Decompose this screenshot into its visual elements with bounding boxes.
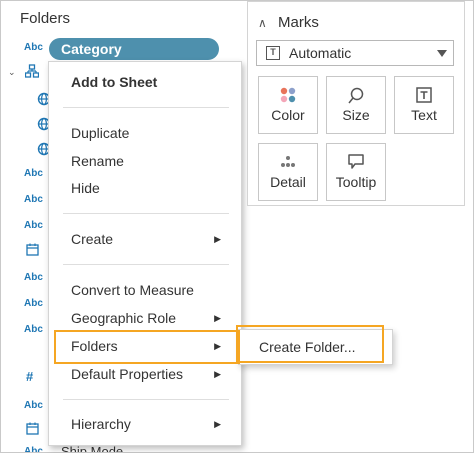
detail-dots-icon [259,152,317,172]
marks-card: ∧ Marks T Automatic Color Size Text Deta… [247,1,465,206]
marks-title: Marks [278,14,319,31]
menu-folders[interactable]: Folders ▶ [49,333,241,359]
string-type-icon: Abc [24,272,43,283]
string-type-icon: Abc [24,42,43,53]
detail-button[interactable]: Detail [258,143,318,201]
calendar-icon [26,422,39,435]
menu-item-label: Geographic Role [71,310,177,326]
menu-item-label: Folders [71,338,118,354]
menu-duplicate[interactable]: Duplicate [49,120,241,146]
submenu-arrow-icon: ▶ [214,369,221,379]
field-context-menu: Add to Sheet Duplicate Rename Hide Creat… [48,61,242,446]
collapse-chevron-icon[interactable]: ∧ [258,16,267,30]
menu-hierarchy[interactable]: Hierarchy ▶ [49,411,241,437]
string-type-icon: Abc [24,446,43,452]
menu-separator [63,213,229,214]
menu-item-label: Create Folder... [259,339,356,355]
submenu-arrow-icon: ▶ [214,234,221,244]
text-button[interactable]: Text [394,76,454,134]
menu-separator [63,107,229,108]
dropdown-caret-icon [437,50,447,57]
menu-item-label: Add to Sheet [71,74,158,90]
collapse-chevron-icon[interactable]: ⌄ [8,67,16,78]
color-dots-icon [259,85,317,105]
tooltip-bubble-icon [327,152,385,172]
submenu-arrow-icon: ▶ [214,313,221,323]
color-label: Color [271,107,305,123]
menu-default-properties[interactable]: Default Properties ▶ [49,361,241,387]
submenu-arrow-icon: ▶ [214,419,221,429]
tooltip-label: Tooltip [335,174,377,190]
string-type-icon: Abc [24,220,43,231]
menu-item-label: Create [71,231,114,247]
text-label: Text [411,107,437,123]
hierarchy-icon [25,64,39,78]
menu-separator [63,399,229,400]
menu-item-label: Rename [71,153,124,169]
menu-item-label: Default Properties [71,366,184,382]
menu-geographic-role[interactable]: Geographic Role ▶ [49,305,241,331]
color-button[interactable]: Color [258,76,318,134]
menu-item-label: Hide [71,180,100,196]
string-type-icon: Abc [24,168,43,179]
pane-title: Folders [20,10,71,27]
menu-item-label: Convert to Measure [71,282,194,298]
mark-type-value: Automatic [289,45,352,61]
menu-create-folder[interactable]: Create Folder... [239,334,392,360]
menu-item-label: Hierarchy [71,416,131,432]
number-type-icon: # [26,369,34,384]
size-lasso-icon [327,85,385,105]
tooltip-button[interactable]: Tooltip [326,143,386,201]
string-type-icon: Abc [24,298,43,309]
text-box-icon [395,85,453,105]
string-type-icon: Abc [24,194,43,205]
size-button[interactable]: Size [326,76,386,134]
menu-hide[interactable]: Hide [49,175,241,201]
menu-rename[interactable]: Rename [49,148,241,174]
calendar-icon [26,243,39,256]
menu-convert-to-measure[interactable]: Convert to Measure [49,277,241,303]
menu-item-label: Duplicate [71,125,130,141]
string-type-icon: Abc [24,324,43,335]
text-mark-icon: T [266,46,280,60]
detail-label: Detail [270,174,306,190]
size-label: Size [342,107,370,123]
string-type-icon: Abc [24,400,43,411]
folders-submenu: Create Folder... [238,329,393,365]
mark-type-dropdown[interactable]: T Automatic [256,40,454,66]
menu-create[interactable]: Create ▶ [49,226,241,252]
menu-separator [63,264,229,265]
field-category-pill[interactable]: Category [49,38,219,60]
menu-add-to-sheet[interactable]: Add to Sheet [49,69,241,95]
submenu-arrow-icon: ▶ [214,341,221,351]
